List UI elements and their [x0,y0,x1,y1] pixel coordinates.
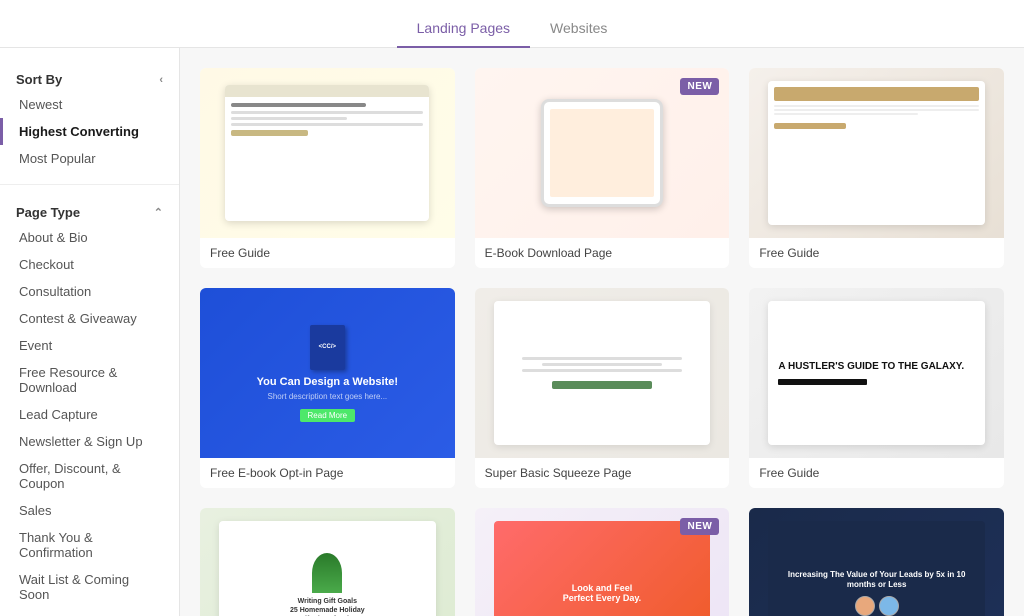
page-type-label: Page Type [16,205,80,220]
card-label: Super Basic Squeeze Page [475,458,730,488]
card-image: <CC/> You Can Design a Website! Short de… [200,288,455,458]
template-card[interactable]: A HUSTLER'S GUIDE TO THE GALAXY. Free Gu… [749,288,1004,488]
tab-landing-pages[interactable]: Landing Pages [397,12,530,48]
template-card[interactable]: Writing Gift Goals25 Homemade HolidayGif… [200,508,455,616]
card-badge: NEW [680,78,719,95]
card-image: A HUSTLER'S GUIDE TO THE GALAXY. [749,288,1004,458]
template-card[interactable]: NEW Look and FeelPerfect Every Day. Look… [475,508,730,616]
sidebar-item-lead-capture[interactable]: Lead Capture [0,401,179,428]
sidebar-item-event[interactable]: Event [0,332,179,359]
template-card[interactable]: NEW E-Book Download Page [475,68,730,268]
card-label: Free Guide [749,238,1004,268]
sidebar: Sort By ‹ Newest Highest Converting Most… [0,48,180,616]
tab-websites[interactable]: Websites [530,12,627,48]
app-container: Landing Pages Websites Sort By ‹ Newest … [0,0,1024,616]
sort-by-label: Sort By [16,72,62,87]
sidebar-item-checkout[interactable]: Checkout [0,251,179,278]
card-badge: NEW [680,518,719,535]
sort-by-section: Sort By ‹ [0,64,179,91]
sidebar-item-about-bio[interactable]: About & Bio [0,224,179,251]
card-image [475,288,730,458]
card-image [200,68,455,238]
sidebar-divider [0,184,179,185]
sidebar-item-free-resource[interactable]: Free Resource & Download [0,359,179,401]
card-label: E-Book Download Page [475,238,730,268]
main-layout: Sort By ‹ Newest Highest Converting Most… [0,48,1024,616]
card-label: Free Guide [200,238,455,268]
template-card[interactable]: Free Guide [200,68,455,268]
card-label: Free E-book Opt-in Page [200,458,455,488]
card-image: Writing Gift Goals25 Homemade HolidayGif… [200,508,455,616]
sidebar-item-contest[interactable]: Contest & Giveaway [0,305,179,332]
template-card[interactable]: <CC/> You Can Design a Website! Short de… [200,288,455,488]
card-image: NEW [475,68,730,238]
card-image [749,68,1004,238]
page-type-section: Page Type ⌃ [0,197,179,224]
card-image: Increasing The Value of Your Leads by 5x… [749,508,1004,616]
sidebar-item-newest[interactable]: Newest [0,91,179,118]
sidebar-item-sales[interactable]: Sales [0,497,179,524]
sidebar-item-waitlist[interactable]: Wait List & Coming Soon [0,566,179,608]
card-image: NEW Look and FeelPerfect Every Day. [475,508,730,616]
card-label: Free Guide [749,458,1004,488]
sidebar-item-thankyou[interactable]: Thank You & Confirmation [0,524,179,566]
sidebar-item-highest-converting[interactable]: Highest Converting [0,118,179,145]
template-card[interactable]: Increasing The Value of Your Leads by 5x… [749,508,1004,616]
template-card[interactable]: Super Basic Squeeze Page [475,288,730,488]
sidebar-item-most-popular[interactable]: Most Popular [0,145,179,172]
sidebar-item-consultation[interactable]: Consultation [0,278,179,305]
page-type-chevron-icon: ⌃ [154,206,163,219]
card-grid: Free Guide NEW E-Book Download Page [200,68,1004,616]
template-card[interactable]: Free Guide [749,68,1004,268]
sidebar-item-offer[interactable]: Offer, Discount, & Coupon [0,455,179,497]
sort-by-chevron-icon: ‹ [159,74,163,86]
sidebar-item-webinar[interactable]: Webinar & Virtual Event [0,608,179,616]
sidebar-item-newsletter[interactable]: Newsletter & Sign Up [0,428,179,455]
header-tabs: Landing Pages Websites [0,0,1024,48]
mock-title: Writing Gift Goals25 Homemade HolidayGif… [290,597,365,616]
content-area: Free Guide NEW E-Book Download Page [180,48,1024,616]
